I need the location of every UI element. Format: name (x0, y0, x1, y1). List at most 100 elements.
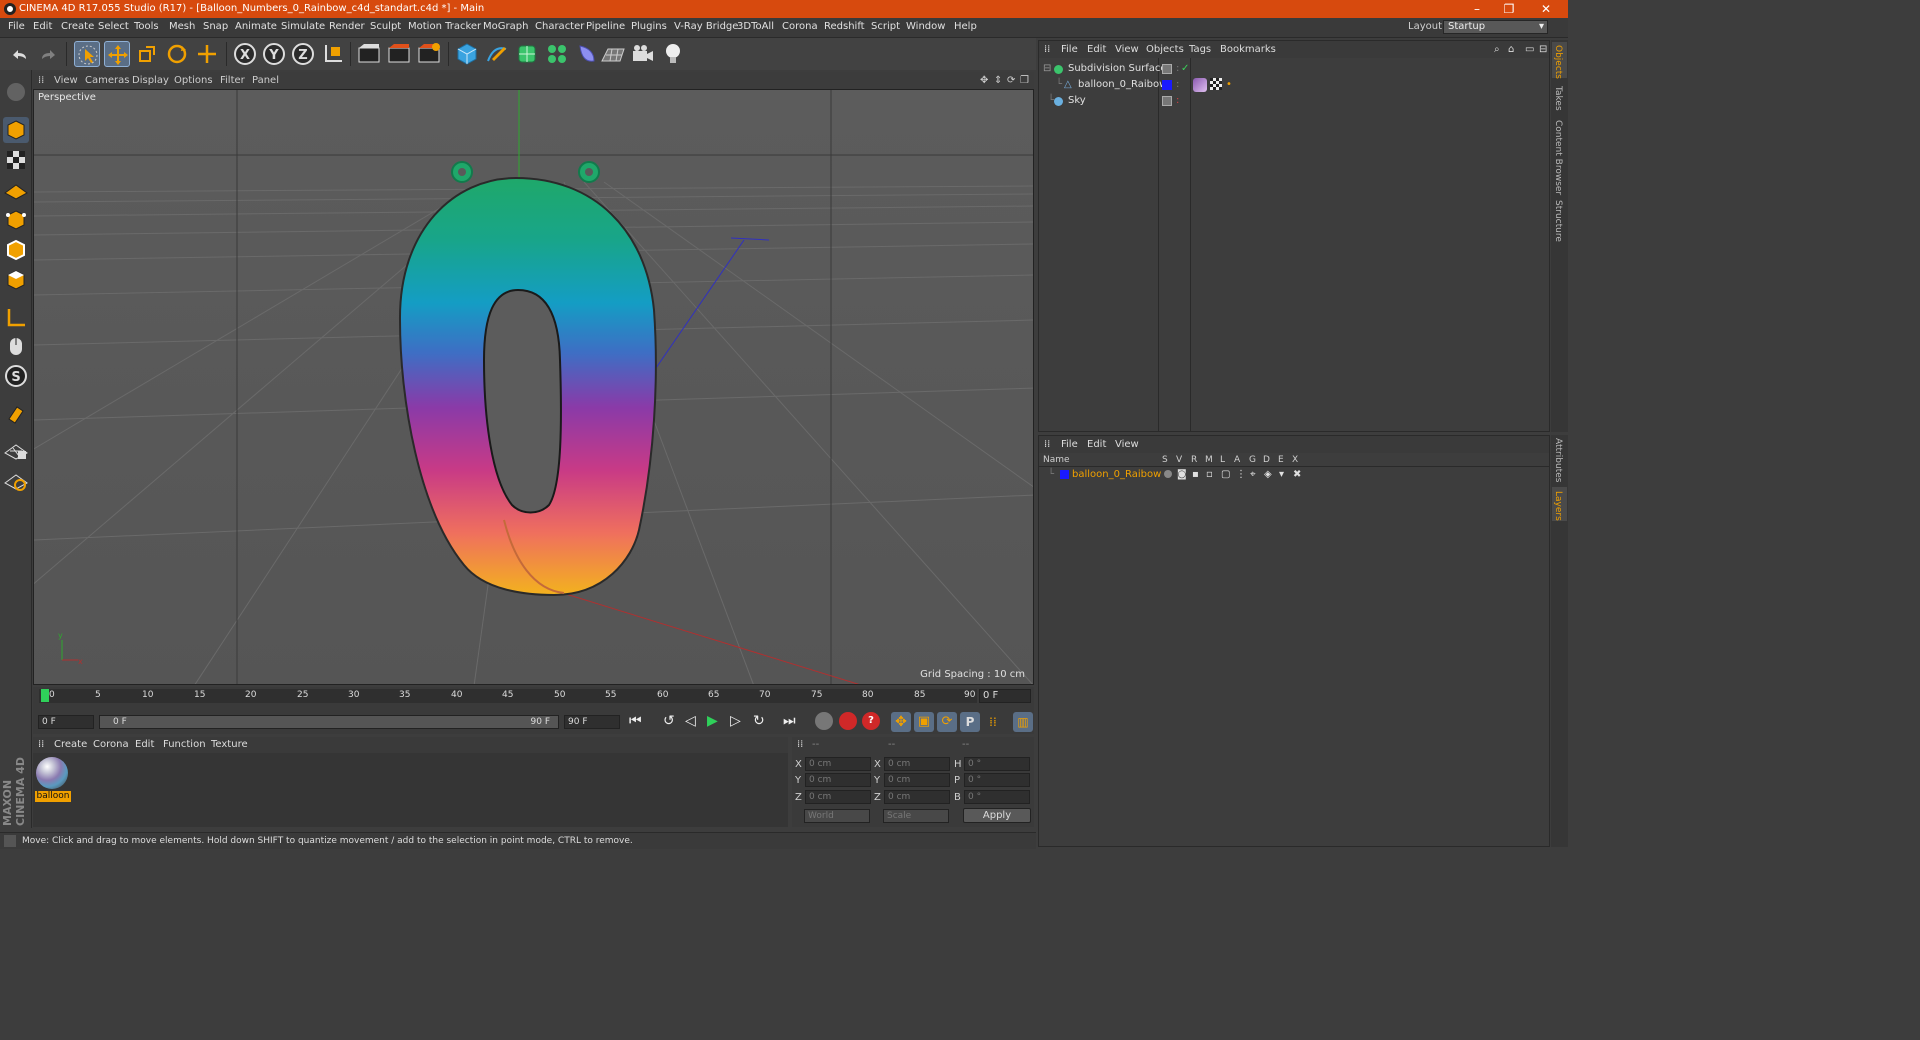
column-animation[interactable]: A (1234, 455, 1240, 465)
column-view[interactable]: V (1176, 455, 1182, 465)
tab-structure[interactable]: Structure (1553, 200, 1563, 242)
expressions-toggle-icon[interactable]: ▾ (1279, 468, 1284, 481)
material-menu-create[interactable]: Create (54, 739, 87, 750)
key-position-button[interactable]: ✥ (891, 712, 911, 732)
z-axis-lock-button[interactable]: Z (290, 41, 316, 67)
material-menu-corona[interactable]: Corona (93, 739, 129, 750)
frame-range-slider[interactable]: 0 F 90 F (99, 715, 559, 729)
objects-menu-view[interactable]: View (1115, 44, 1139, 55)
expand-icon[interactable]: ⊟ (1043, 61, 1051, 77)
uvw-tag-icon[interactable] (1210, 78, 1222, 90)
tab-layers[interactable]: Layers (1553, 491, 1563, 521)
viewport-pan-icon[interactable]: ✥ (980, 75, 988, 86)
record-keys-disabled-button[interactable] (815, 712, 833, 730)
animation-toggle-icon[interactable]: ⋮ (1236, 468, 1246, 481)
light-button[interactable] (660, 41, 686, 67)
move-tool-button[interactable] (104, 41, 130, 67)
enabled-check-icon[interactable]: ✓ (1181, 61, 1189, 77)
minimize-button[interactable]: – (1463, 0, 1491, 18)
tab-takes[interactable]: Takes (1553, 86, 1563, 111)
key-rotation-button[interactable]: ⟳ (937, 712, 957, 732)
menu-render[interactable]: Render (329, 21, 365, 32)
current-frame-field[interactable]: 0 F (979, 689, 1031, 703)
position-x-field[interactable]: 0 cm (805, 757, 871, 771)
size-x-field[interactable]: 0 cm (884, 757, 950, 771)
camera-button[interactable] (630, 41, 656, 67)
render-view-button[interactable] (356, 41, 382, 67)
material-tag-icon[interactable] (1193, 78, 1207, 92)
menu-pipeline[interactable]: Pipeline (586, 21, 625, 32)
menu-snap[interactable]: Snap (203, 21, 228, 32)
viewport-orbit-icon[interactable]: ⟳ (1007, 75, 1015, 86)
layers-menu-file[interactable]: File (1061, 439, 1078, 450)
material-balloon[interactable]: balloon (35, 757, 71, 802)
column-expressions[interactable]: E (1278, 455, 1284, 465)
search-icon[interactable]: ⌕ (1494, 44, 1500, 55)
live-selection-button[interactable] (74, 41, 100, 67)
deformers-toggle-icon[interactable]: ◈ (1264, 468, 1272, 481)
solo-toggle-icon[interactable] (1164, 470, 1172, 478)
rotation-h-field[interactable]: 0 ° (964, 757, 1030, 771)
xref-toggle-icon[interactable]: ✖ (1293, 468, 1301, 481)
column-deformers[interactable]: D (1263, 455, 1270, 465)
scale-tool-button[interactable] (134, 41, 160, 67)
manager-toggle-icon[interactable]: ▫ (1206, 468, 1213, 481)
edit-render-settings-button[interactable] (416, 41, 442, 67)
object-row-subdivision-surface[interactable]: ⊟ Subdivision Surface : ✓ (1040, 61, 1548, 77)
last-tool-button[interactable] (194, 41, 220, 67)
layer-color-icon[interactable] (1060, 470, 1069, 479)
tab-content-browser[interactable]: Content Browser (1553, 120, 1563, 195)
make-editable-button[interactable] (3, 79, 29, 105)
objects-menu-file[interactable]: File (1061, 44, 1078, 55)
layout-dropdown[interactable]: Startup ▾ (1443, 20, 1548, 34)
lock-icon[interactable]: ⊟ (1539, 44, 1547, 55)
view-toggle-icon[interactable]: ◙ (1177, 468, 1187, 481)
viewport-menu-filter[interactable]: Filter (220, 75, 245, 86)
play-button[interactable]: ▶ (707, 713, 718, 729)
next-key-button[interactable]: ↻ (753, 713, 765, 729)
scale-mode-dropdown[interactable]: Scale (883, 809, 949, 823)
size-y-field[interactable]: 0 cm (884, 773, 950, 787)
rotation-p-field[interactable]: 0 ° (964, 773, 1030, 787)
viewport-maximize-icon[interactable]: ❐ (1020, 75, 1029, 86)
workplane-mode-button[interactable] (3, 177, 29, 203)
key-point-level-button[interactable]: ⁞⁞ (983, 712, 1003, 732)
column-xref[interactable]: X (1292, 455, 1298, 465)
redo-button[interactable] (36, 41, 62, 67)
objects-menu-objects[interactable]: Objects (1146, 44, 1184, 55)
render-to-picture-viewer-button[interactable] (386, 41, 412, 67)
pen-spline-button[interactable] (484, 41, 510, 67)
column-name[interactable]: Name (1043, 455, 1070, 465)
menu-motion-tracker[interactable]: Motion Tracker (408, 21, 481, 32)
object-row-balloon[interactable]: └ △ balloon_0_Raibow : • (1040, 77, 1548, 93)
apply-button[interactable]: Apply (963, 808, 1031, 823)
previous-frame-button[interactable]: ◁ (685, 713, 696, 729)
material-menu-function[interactable]: Function (163, 739, 206, 750)
render-toggle-icon[interactable]: ▪ (1192, 468, 1199, 481)
menu-help[interactable]: Help (954, 21, 977, 32)
layers-menu-edit[interactable]: Edit (1087, 439, 1106, 450)
viewport-menu-view[interactable]: View (54, 75, 78, 86)
previous-key-button[interactable]: ↺ (663, 713, 675, 729)
home-icon[interactable]: ⌂ (1508, 44, 1514, 55)
timeline-ruler[interactable]: 0 5 10 15 20 25 30 35 40 45 50 55 60 65 … (39, 689, 977, 703)
coordinate-system-button[interactable] (320, 41, 346, 67)
visibility-dots-icon[interactable]: : (1176, 93, 1179, 109)
key-scale-button[interactable]: ▣ (914, 712, 934, 732)
y-axis-lock-button[interactable]: Y (261, 41, 287, 67)
magnet-tool-button[interactable] (3, 401, 29, 427)
menu-mograph[interactable]: MoGraph (483, 21, 528, 32)
points-mode-button[interactable] (3, 207, 29, 233)
menu-simulate[interactable]: Simulate (281, 21, 325, 32)
snapping-button[interactable]: S (3, 363, 29, 389)
material-menu-texture[interactable]: Texture (211, 739, 248, 750)
column-solo[interactable]: S (1162, 455, 1168, 465)
edges-mode-button[interactable] (3, 237, 29, 263)
polygons-mode-button[interactable] (3, 267, 29, 293)
layers-menu-view[interactable]: View (1115, 439, 1139, 450)
viewport-menu-panel[interactable]: Panel (252, 75, 279, 86)
visibility-dots-icon[interactable]: : (1176, 77, 1179, 93)
column-generators[interactable]: G (1249, 455, 1256, 465)
timeline-playhead[interactable] (41, 689, 49, 702)
menu-create[interactable]: Create (61, 21, 94, 32)
